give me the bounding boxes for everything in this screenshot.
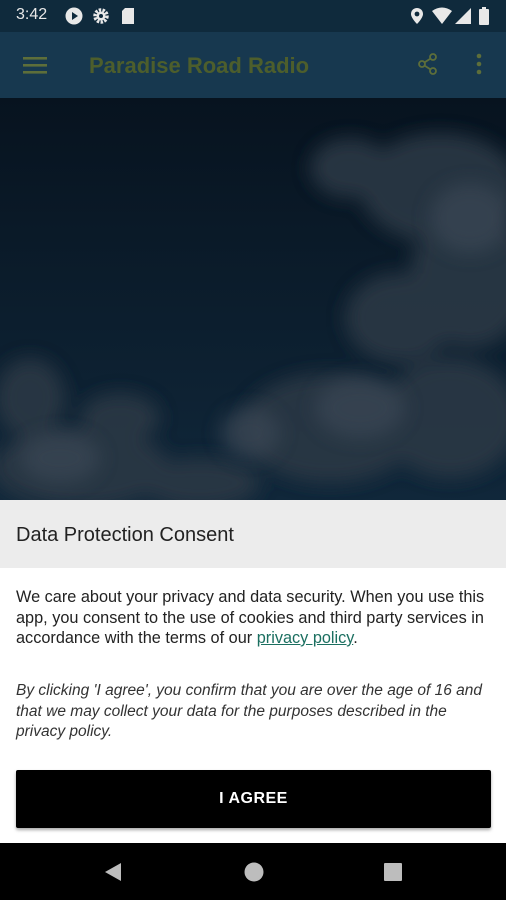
wifi-icon [432, 7, 452, 24]
app-bar: Paradise Road Radio [0, 32, 506, 98]
consent-age-note: By clicking 'I agree', you confirm that … [16, 682, 483, 740]
consent-body-text: We care about your privacy and data secu… [16, 588, 485, 647]
recents-icon[interactable] [383, 862, 403, 882]
agree-button[interactable]: I AGREE [16, 770, 491, 828]
consent-title: Data Protection Consent [16, 524, 234, 546]
sd-card-icon [122, 8, 134, 24]
app-title: Paradise Road Radio [89, 53, 310, 78]
play-circle-icon [65, 7, 83, 25]
signal-icon [455, 8, 471, 24]
battery-icon [479, 7, 489, 25]
gear-icon [93, 8, 109, 24]
more-vert-icon[interactable] [470, 52, 488, 76]
consent-dialog-header: Data Protection Consent [0, 500, 506, 568]
privacy-policy-link[interactable]: privacy policy [257, 629, 354, 647]
share-icon[interactable] [416, 52, 440, 76]
menu-icon[interactable] [22, 54, 48, 76]
back-icon[interactable] [102, 861, 124, 883]
consent-dialog-body: We care about your privacy and data secu… [0, 568, 506, 843]
consent-body-end: . [353, 629, 358, 647]
hero-image [0, 98, 506, 508]
status-bar: 3:42 [0, 0, 506, 32]
location-icon [411, 8, 423, 24]
home-icon[interactable] [243, 861, 265, 883]
consent-text: We care about your privacy and data secu… [16, 587, 492, 649]
status-time: 3:42 [16, 6, 48, 23]
navigation-bar [0, 843, 506, 900]
sky-clouds-image [0, 98, 506, 508]
